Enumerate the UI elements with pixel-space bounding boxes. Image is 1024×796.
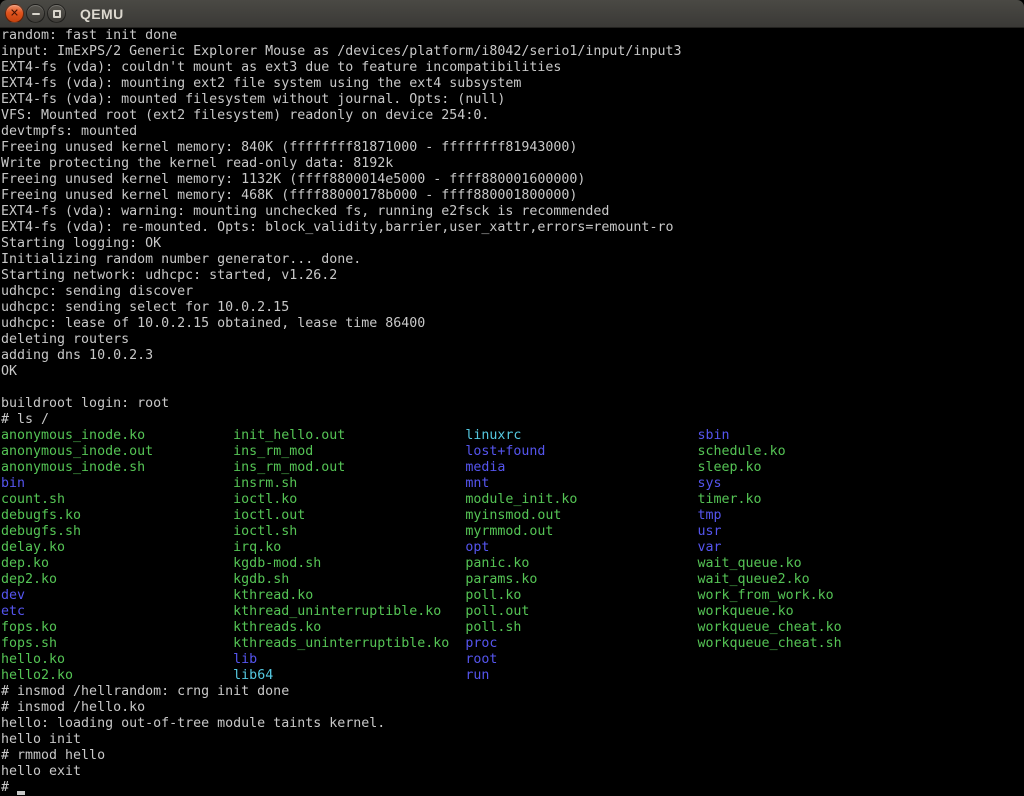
console-line: anonymous_inode.ko init_hello.out linuxr…	[1, 428, 1024, 444]
console-line: VFS: Mounted root (ext2 filesystem) read…	[1, 108, 1024, 124]
console-line: hello exit	[1, 764, 1024, 780]
console-line: # ls /	[1, 412, 1024, 428]
console-line: Starting logging: OK	[1, 236, 1024, 252]
console-line	[1, 380, 1024, 396]
console-line: buildroot login: root	[1, 396, 1024, 412]
window-close-button[interactable]: ✕	[5, 4, 24, 23]
console-line: devtmpfs: mounted	[1, 124, 1024, 140]
console-line: # insmod /hellrandom: crng init done	[1, 684, 1024, 700]
console-line: Freeing unused kernel memory: 840K (ffff…	[1, 140, 1024, 156]
window-minimize-button[interactable]	[26, 4, 45, 23]
console-line: # rmmod hello	[1, 748, 1024, 764]
console-line: udhcpc: sending discover	[1, 284, 1024, 300]
console-line: anonymous_inode.out ins_rm_mod lost+foun…	[1, 444, 1024, 460]
console-line: fops.sh kthreads_uninterruptible.ko proc…	[1, 636, 1024, 652]
console-line: OK	[1, 364, 1024, 380]
console-line: Starting network: udhcpc: started, v1.26…	[1, 268, 1024, 284]
close-icon: ✕	[10, 8, 19, 19]
console-line: debugfs.ko ioctl.out myinsmod.out tmp	[1, 508, 1024, 524]
console-line: EXT4-fs (vda): mounted filesystem withou…	[1, 92, 1024, 108]
console-line: Write protecting the kernel read-only da…	[1, 156, 1024, 172]
console-line: etc kthread_uninterruptible.ko poll.out …	[1, 604, 1024, 620]
window-title: QEMU	[80, 6, 124, 22]
console-line: EXT4-fs (vda): re-mounted. Opts: block_v…	[1, 220, 1024, 236]
minimize-icon	[32, 13, 40, 15]
console-line: udhcpc: sending select for 10.0.2.15	[1, 300, 1024, 316]
console-line: input: ImExPS/2 Generic Explorer Mouse a…	[1, 44, 1024, 60]
window-controls: ✕	[0, 4, 66, 23]
console-line: EXT4-fs (vda): mounting ext2 file system…	[1, 76, 1024, 92]
console-line: anonymous_inode.sh ins_rm_mod.out media …	[1, 460, 1024, 476]
console-line: #	[1, 780, 1024, 796]
terminal-console[interactable]: random: fast init doneinput: ImExPS/2 Ge…	[0, 28, 1024, 796]
console-line: fops.ko kthreads.ko poll.sh workqueue_ch…	[1, 620, 1024, 636]
console-line: hello init	[1, 732, 1024, 748]
terminal-cursor	[17, 780, 25, 796]
console-line: hello: loading out-of-tree module taints…	[1, 716, 1024, 732]
console-line: # insmod /hello.ko	[1, 700, 1024, 716]
console-line: delay.ko irq.ko opt var	[1, 540, 1024, 556]
maximize-icon	[53, 10, 61, 18]
console-line: adding dns 10.0.2.3	[1, 348, 1024, 364]
console-line: count.sh ioctl.ko module_init.ko timer.k…	[1, 492, 1024, 508]
window-titlebar[interactable]: ✕ QEMU	[0, 0, 1024, 28]
console-line: dep.ko kgdb-mod.sh panic.ko wait_queue.k…	[1, 556, 1024, 572]
console-line: hello2.ko lib64 run	[1, 668, 1024, 684]
console-line: EXT4-fs (vda): warning: mounting uncheck…	[1, 204, 1024, 220]
console-line: bin insrm.sh mnt sys	[1, 476, 1024, 492]
console-line: udhcpc: lease of 10.0.2.15 obtained, lea…	[1, 316, 1024, 332]
qemu-window: ✕ QEMU random: fast init doneinput: ImEx…	[0, 0, 1024, 796]
console-line: EXT4-fs (vda): couldn't mount as ext3 du…	[1, 60, 1024, 76]
console-line: Freeing unused kernel memory: 468K (ffff…	[1, 188, 1024, 204]
console-line: deleting routers	[1, 332, 1024, 348]
console-line: debugfs.sh ioctl.sh myrmmod.out usr	[1, 524, 1024, 540]
console-line: Freeing unused kernel memory: 1132K (fff…	[1, 172, 1024, 188]
console-line: dev kthread.ko poll.ko work_from_work.ko	[1, 588, 1024, 604]
console-line: Initializing random number generator... …	[1, 252, 1024, 268]
console-line: random: fast init done	[1, 28, 1024, 44]
console-line: hello.ko lib root	[1, 652, 1024, 668]
window-maximize-button[interactable]	[47, 4, 66, 23]
console-line: dep2.ko kgdb.sh params.ko wait_queue2.ko	[1, 572, 1024, 588]
